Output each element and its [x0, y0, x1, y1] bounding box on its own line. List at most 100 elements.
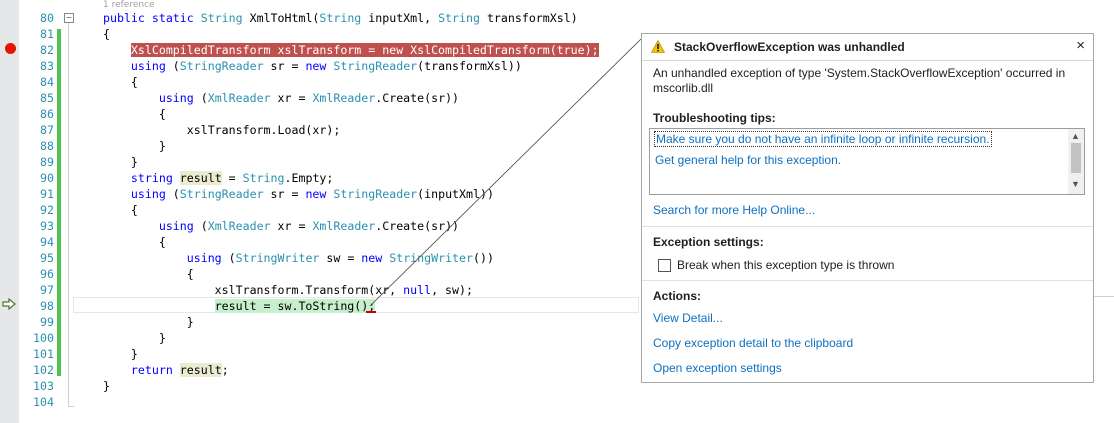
code-line[interactable]: 84 { — [0, 74, 640, 90]
code-token: { — [103, 107, 166, 121]
code-text[interactable]: } — [103, 154, 138, 170]
code-line[interactable]: 91 using (StringReader sr = new StringRe… — [0, 186, 640, 202]
code-token: null — [403, 283, 432, 297]
code-token: } — [103, 139, 166, 153]
divider — [642, 226, 1093, 227]
code-token: using — [158, 219, 194, 233]
code-text[interactable]: { — [103, 266, 194, 282]
code-line[interactable]: 104 — [0, 394, 640, 410]
actions-heading: Actions: — [653, 289, 701, 303]
code-token: .Create(sr)) — [375, 219, 460, 233]
scroll-down-icon[interactable]: ▼ — [1071, 179, 1080, 189]
code-text[interactable]: result = sw.ToString(); — [103, 298, 376, 314]
code-line[interactable]: 85 using (XmlReader xr = XmlReader.Creat… — [0, 90, 640, 106]
open-exception-settings-link[interactable]: Open exception settings — [653, 361, 782, 375]
reference-count-hint[interactable]: 1 reference — [103, 0, 155, 10]
code-token: { — [103, 235, 166, 249]
code-line[interactable]: 96 { — [0, 266, 640, 282]
code-text[interactable]: } — [103, 314, 194, 330]
code-line[interactable]: 81 { — [0, 26, 640, 42]
code-line[interactable]: 103} — [0, 378, 640, 394]
code-text[interactable]: } — [103, 330, 166, 346]
code-text[interactable]: public static String XmlToHtml(String in… — [103, 10, 578, 26]
line-number: 88 — [40, 139, 54, 153]
line-number: 92 — [40, 203, 54, 217]
line-number: 84 — [40, 75, 54, 89]
break-on-exception-checkbox[interactable] — [658, 259, 671, 272]
code-text[interactable]: } — [103, 346, 138, 362]
code-token: String — [242, 171, 285, 185]
code-text[interactable]: { — [103, 106, 166, 122]
code-text[interactable]: xslTransform.Transform(xr, null, sw); — [103, 282, 473, 298]
code-token: { — [103, 27, 110, 41]
code-line[interactable]: 95 using (StringWriter sw = new StringWr… — [0, 250, 640, 266]
line-number: 99 — [40, 315, 54, 329]
code-text[interactable]: using (StringReader sr = new StringReade… — [103, 186, 494, 202]
code-line[interactable]: 86 { — [0, 106, 640, 122]
code-text[interactable]: { — [103, 26, 110, 42]
line-number: 80 — [40, 11, 54, 25]
code-line[interactable]: 87 xslTransform.Load(xr); — [0, 122, 640, 138]
code-text[interactable]: { — [103, 202, 138, 218]
close-icon[interactable]: × — [1076, 37, 1085, 54]
code-text[interactable]: { — [103, 74, 138, 90]
code-token: return — [130, 363, 173, 377]
code-token: ()) — [473, 251, 494, 265]
code-token: StringReader — [333, 59, 418, 73]
code-line[interactable]: 82 XslCompiledTransform xslTransform = n… — [0, 42, 640, 58]
code-token: (inputXml)) — [417, 187, 494, 201]
code-line[interactable]: 102 return result; — [0, 362, 640, 378]
scroll-thumb[interactable] — [1071, 143, 1081, 173]
code-line[interactable]: 88 } — [0, 138, 640, 154]
code-token: new — [305, 59, 327, 73]
code-line[interactable]: 100 } — [0, 330, 640, 346]
code-text[interactable]: using (StringReader sr = new StringReade… — [103, 58, 522, 74]
code-line[interactable]: 93 using (XmlReader xr = XmlReader.Creat… — [0, 218, 640, 234]
code-text[interactable]: using (XmlReader xr = XmlReader.Create(s… — [103, 90, 459, 106]
scroll-up-icon[interactable]: ▲ — [1071, 131, 1080, 141]
code-token: using — [130, 187, 166, 201]
code-line[interactable]: 90 string result = String.Empty; — [0, 170, 640, 186]
code-text[interactable]: { — [103, 234, 166, 250]
code-token: using — [130, 59, 166, 73]
code-text[interactable]: } — [103, 138, 166, 154]
code-token: ( — [165, 59, 180, 73]
code-text[interactable]: using (StringWriter sw = new StringWrite… — [103, 250, 494, 266]
code-line[interactable]: 80 public static String XmlToHtml(String … — [0, 10, 640, 26]
code-token: sr = — [263, 187, 306, 201]
code-line[interactable]: 97 xslTransform.Transform(xr, null, sw); — [0, 282, 640, 298]
code-line[interactable]: 98 result = sw.ToString(); — [0, 298, 640, 314]
warning-icon — [651, 40, 665, 53]
tip-link-infinite-loop[interactable]: Make sure you do not have an infinite lo… — [654, 131, 992, 147]
code-line[interactable]: 94 { — [0, 234, 640, 250]
view-detail-link[interactable]: View Detail... — [653, 311, 723, 325]
code-token: XmlReader — [312, 219, 376, 233]
code-line[interactable]: 92 { — [0, 202, 640, 218]
search-help-online-link[interactable]: Search for more Help Online... — [653, 203, 815, 217]
code-line[interactable]: 89 } — [0, 154, 640, 170]
code-token: ( — [193, 91, 208, 105]
code-line[interactable]: 99 } — [0, 314, 640, 330]
tip-link-general-help[interactable]: Get general help for this exception. — [655, 153, 841, 167]
line-number: 93 — [40, 219, 54, 233]
exception-assistant-dialog: StackOverflowException was unhandled × A… — [641, 33, 1094, 383]
code-text[interactable]: xslTransform.Load(xr); — [103, 122, 341, 138]
code-line[interactable]: 101 } — [0, 346, 640, 362]
code-token: ( — [221, 251, 236, 265]
code-token: ( — [165, 187, 180, 201]
code-text[interactable]: return result; — [103, 362, 229, 378]
code-line[interactable]: 83 using (StringReader sr = new StringRe… — [0, 58, 640, 74]
troubleshooting-tips-list[interactable]: Make sure you do not have an infinite lo… — [649, 128, 1085, 195]
code-text[interactable]: using (XmlReader xr = XmlReader.Create(s… — [103, 218, 459, 234]
line-number: 96 — [40, 267, 54, 281]
code-text[interactable]: } — [103, 378, 110, 394]
break-on-exception-label[interactable]: Break when this exception type is thrown — [677, 258, 894, 272]
code-text[interactable]: XslCompiledTransform xslTransform = new … — [103, 42, 599, 58]
tips-scrollbar[interactable]: ▲ ▼ — [1068, 129, 1084, 194]
code-token: ( — [193, 219, 208, 233]
code-text[interactable]: string result = String.Empty; — [103, 170, 333, 186]
copy-exception-detail-link[interactable]: Copy exception detail to the clipboard — [653, 336, 853, 350]
